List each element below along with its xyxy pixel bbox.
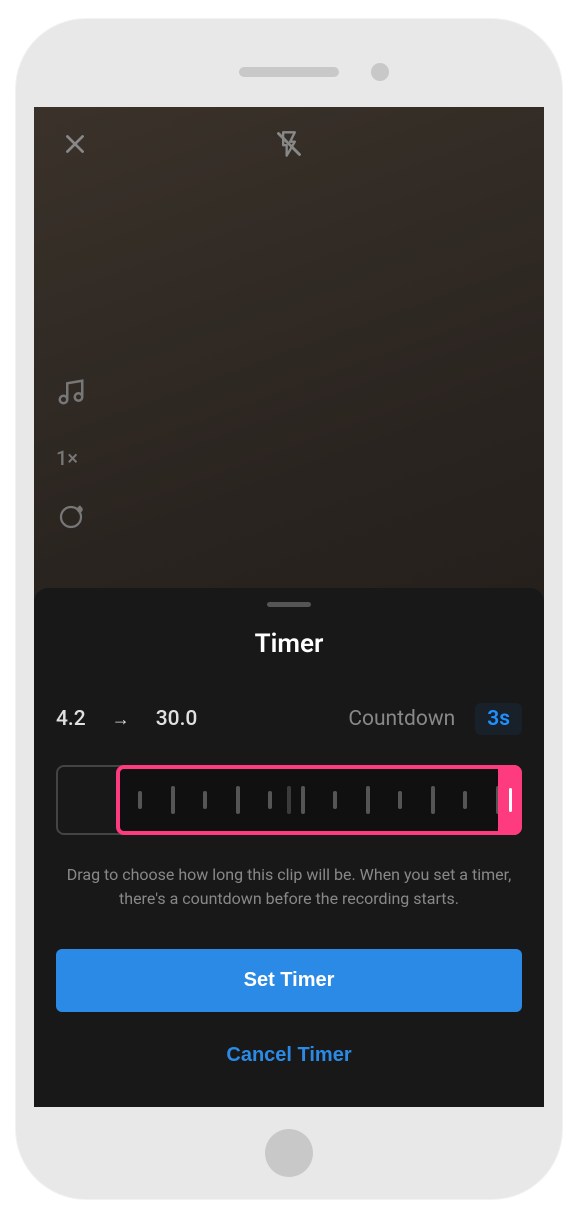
close-icon[interactable] (62, 127, 88, 165)
timer-sheet: Timer 4.2 → 30.0 Countdown 3s (34, 588, 544, 1107)
phone-frame: 1× Timer 4.2 → 30.0 Countdown (16, 19, 562, 1199)
slider-handle[interactable] (498, 765, 522, 835)
sparkle-icon[interactable] (56, 502, 86, 538)
slider-selected-range (116, 765, 522, 835)
arrow-right-icon: → (112, 709, 130, 730)
phone-notch (34, 37, 544, 107)
flash-off-icon[interactable] (275, 130, 303, 162)
cancel-timer-button[interactable]: Cancel Timer (56, 1034, 522, 1077)
music-icon[interactable] (56, 377, 86, 414)
start-time-value: 4.2 (56, 707, 86, 731)
sheet-title: Timer (56, 629, 522, 659)
phone-camera (371, 63, 389, 81)
speed-label[interactable]: 1× (56, 446, 86, 470)
set-timer-button[interactable]: Set Timer (56, 949, 522, 1012)
helper-text: Drag to choose how long this clip will b… (56, 863, 522, 911)
countdown-value-button[interactable]: 3s (475, 703, 522, 735)
sidebar-icons: 1× (56, 377, 86, 538)
top-bar (34, 127, 544, 165)
duration-slider[interactable] (56, 765, 522, 835)
timer-info-row: 4.2 → 30.0 Countdown 3s (56, 703, 522, 735)
screen: 1× Timer 4.2 → 30.0 Countdown (34, 107, 544, 1107)
countdown-label: Countdown (348, 707, 455, 731)
drag-handle[interactable] (267, 602, 311, 607)
home-button[interactable] (265, 1129, 313, 1177)
phone-speaker (239, 67, 339, 77)
end-time-value: 30.0 (156, 707, 198, 731)
